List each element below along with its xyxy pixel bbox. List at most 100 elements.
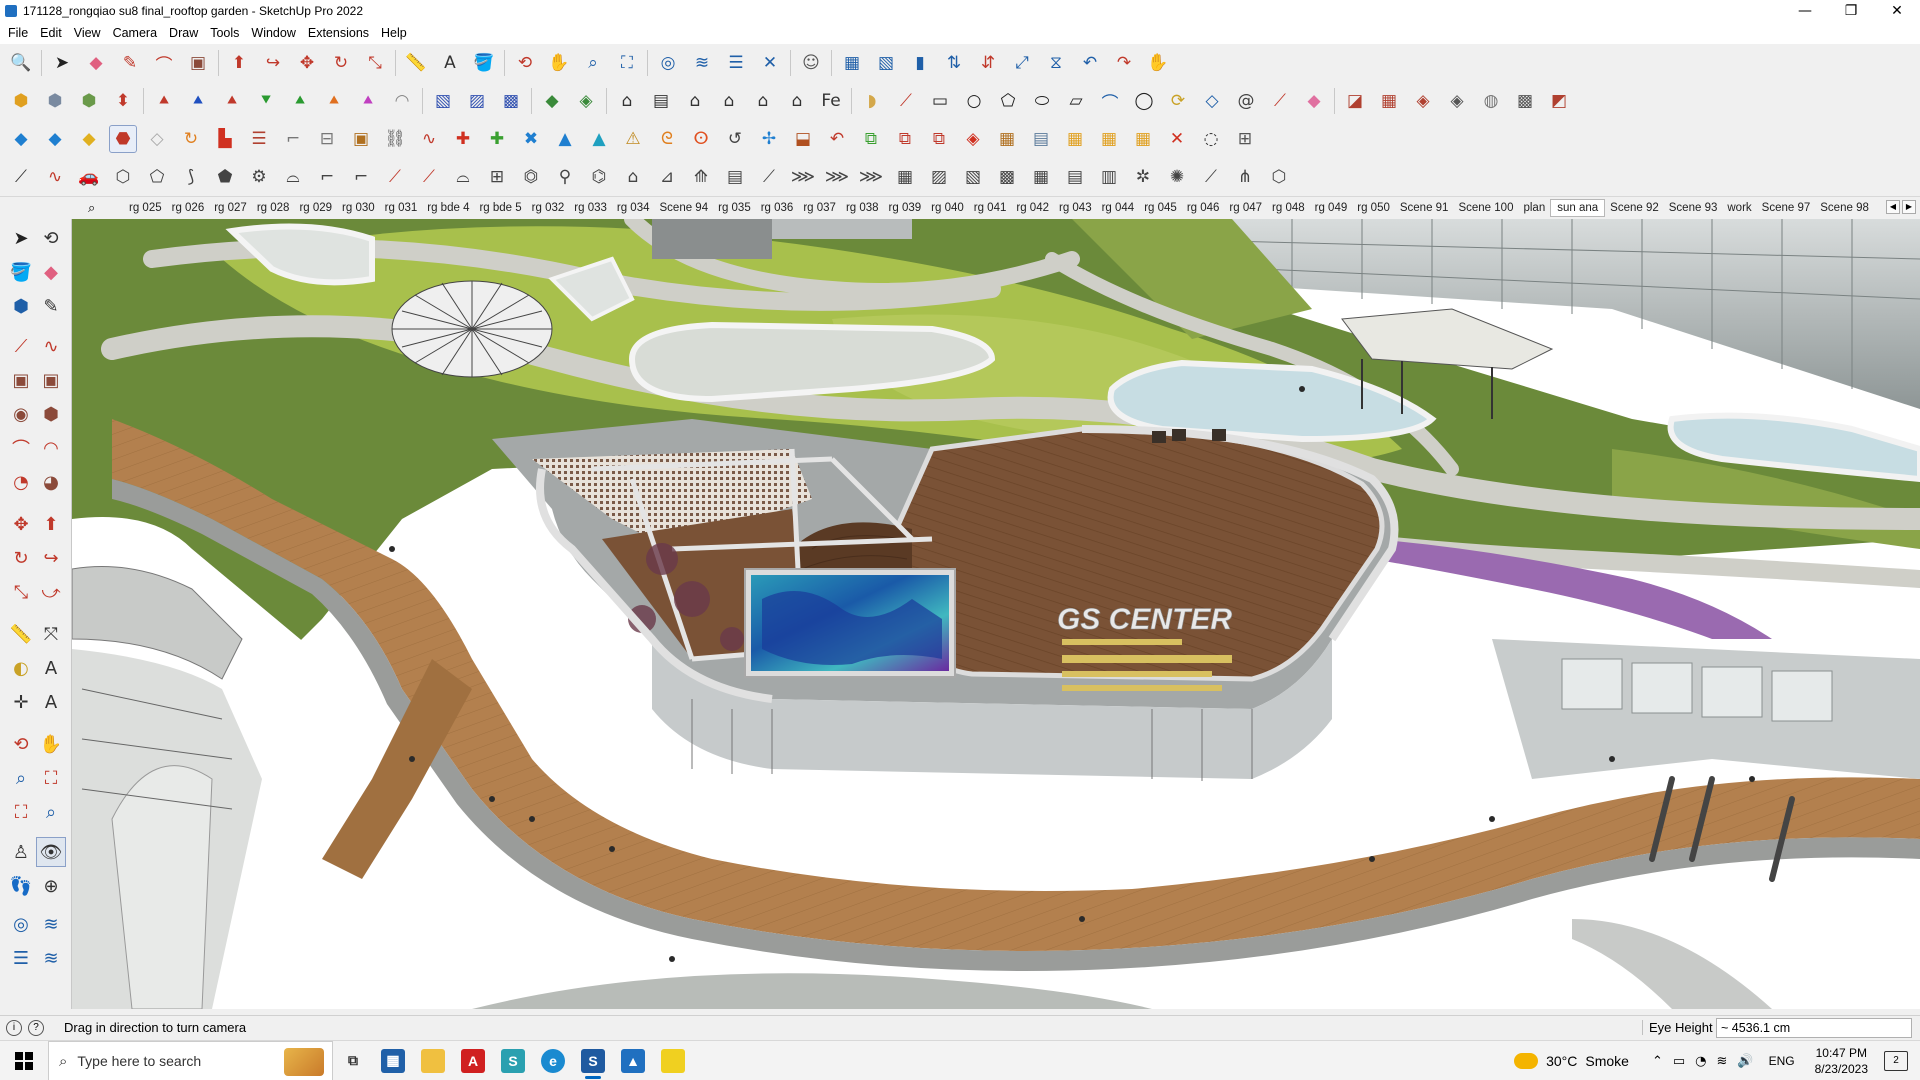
tool-4-34-icon[interactable]: ⋔ — [1231, 163, 1259, 191]
tool-4-14-icon[interactable]: ⚲ — [551, 163, 579, 191]
box-xray-icon[interactable]: ⬢ — [41, 87, 69, 115]
spiral-icon[interactable]: @ — [1232, 87, 1260, 115]
menu-edit[interactable]: Edit — [34, 26, 68, 40]
circle-icon[interactable]: ○ — [960, 87, 988, 115]
menu-draw[interactable]: Draw — [163, 26, 204, 40]
tool-4-35-icon[interactable]: ⬡ — [1265, 163, 1293, 191]
hand-icon[interactable]: ✋ — [1144, 49, 1172, 77]
model-viewport[interactable]: GS CENTER — [72, 219, 1920, 1009]
offset-icon[interactable]: ⤻ — [36, 577, 66, 607]
layout-tool-icon[interactable]: ☰ — [6, 943, 36, 973]
tool-4-21-icon[interactable]: ⋙ — [789, 163, 817, 191]
pattern-icon[interactable]: ▦ — [993, 125, 1021, 153]
redo-icon[interactable]: ↷ — [1110, 49, 1138, 77]
scene-tab[interactable]: rg 033 — [569, 202, 612, 214]
scene-tab[interactable]: Scene 92 — [1605, 202, 1664, 214]
scene-tab[interactable]: rg 030 — [337, 202, 380, 214]
task-view-button[interactable]: ⧉ — [333, 1041, 373, 1080]
tool-4-10-icon[interactable]: ⟋ — [415, 163, 443, 191]
network-icon[interactable]: ◔ — [1695, 1054, 1706, 1069]
texture-1-icon[interactable]: ◪ — [1341, 87, 1369, 115]
tool-4-29-icon[interactable]: ▤ — [1061, 163, 1089, 191]
car-icon[interactable]: 🚗 — [75, 163, 103, 191]
taskbar-search[interactable]: ⌕ Type here to search — [48, 1040, 333, 1080]
arrow-r-icon[interactable]: ⯅ — [218, 87, 246, 115]
scene-tab[interactable]: rg 041 — [969, 202, 1012, 214]
scene-tab[interactable]: rg 045 — [1139, 202, 1182, 214]
minimize-button[interactable]: — — [1782, 0, 1828, 22]
tool-4-3-icon[interactable]: ⟆ — [177, 163, 205, 191]
warning-icon[interactable]: ⚠ — [619, 125, 647, 153]
ellipse-icon[interactable]: ⬭ — [1028, 87, 1056, 115]
chain-icon[interactable]: ⛓ — [381, 125, 409, 153]
tape-icon[interactable]: 📏 — [6, 619, 36, 649]
scene-tab[interactable]: rg 037 — [798, 202, 841, 214]
sandbox-tool-icon[interactable]: ≋ — [36, 943, 66, 973]
tool-4-2-icon[interactable]: ⬠ — [143, 163, 171, 191]
scene-tab[interactable]: Scene 100 — [1453, 202, 1518, 214]
undo-icon[interactable]: ↶ — [1076, 49, 1104, 77]
arc-tool-icon[interactable]: ⌒ — [150, 49, 178, 77]
scene-search-icon[interactable]: ⌕ — [88, 201, 110, 216]
text-icon[interactable]: A — [36, 653, 66, 683]
section-plane-icon[interactable]: ▮ — [906, 49, 934, 77]
scene-tab[interactable]: rg 050 — [1352, 202, 1395, 214]
grid-select-icon[interactable]: ⊞ — [1231, 125, 1259, 153]
iso-view-icon[interactable]: ⌂ — [613, 87, 641, 115]
scene-tab[interactable]: sun ana — [1550, 199, 1606, 217]
scene-tab[interactable]: rg 042 — [1011, 202, 1054, 214]
position-camera-icon[interactable]: ♙ — [6, 837, 36, 867]
align-icon[interactable]: ⤢ — [1008, 49, 1036, 77]
walk-icon[interactable]: 👣 — [6, 871, 36, 901]
orbit-icon[interactable]: ⟲ — [6, 729, 36, 759]
tool-4-13-icon[interactable]: ⏣ — [517, 163, 545, 191]
eraser-pink-icon[interactable]: ◆ — [1300, 87, 1328, 115]
section-cut-icon[interactable]: ▧ — [429, 87, 457, 115]
tool-4-20-icon[interactable]: ⟋ — [755, 163, 783, 191]
paint-bucket-icon[interactable]: 🪣 — [470, 49, 498, 77]
menu-file[interactable]: File — [2, 26, 34, 40]
lasso-icon[interactable]: ⟳ — [1164, 87, 1192, 115]
tool-4-33-icon[interactable]: ⟋ — [1197, 163, 1225, 191]
arrow-blue-icon[interactable]: ⯅ — [184, 87, 212, 115]
texture-5-icon[interactable]: ◍ — [1477, 87, 1505, 115]
scene-tab[interactable]: rg 027 — [209, 202, 252, 214]
scene-tab[interactable]: rg 032 — [527, 202, 570, 214]
arc-icon[interactable]: ⌒ — [1096, 87, 1124, 115]
right-view-icon[interactable]: ⌂ — [715, 87, 743, 115]
texture-6-icon[interactable]: ▩ — [1511, 87, 1539, 115]
left-view-icon[interactable]: ⌂ — [783, 87, 811, 115]
tool-4-7-icon[interactable]: ⌐ — [313, 163, 341, 191]
zoom-window-tool-icon[interactable]: ⛶ — [36, 763, 66, 793]
tool-4-24-icon[interactable]: ▦ — [891, 163, 919, 191]
zoom-window-icon[interactable]: ⛶ — [613, 49, 641, 77]
wifi-icon[interactable]: ≋ — [1717, 1054, 1728, 1069]
tool-4-16-icon[interactable]: ⌂ — [619, 163, 647, 191]
group-box-icon[interactable]: ⬢ — [6, 291, 36, 321]
layout-icon[interactable]: ☰ — [722, 49, 750, 77]
square-red-icon[interactable]: ▙ — [211, 125, 239, 153]
scene-tab[interactable]: rg 029 — [294, 202, 337, 214]
frame-icon[interactable]: ▤ — [1027, 125, 1055, 153]
geo-location-icon[interactable]: i — [6, 1019, 22, 1036]
file-explorer-app[interactable] — [413, 1041, 453, 1080]
stack-icon[interactable]: ⇵ — [974, 49, 1002, 77]
x-red-icon[interactable]: ✕ — [1163, 125, 1191, 153]
tool-4-32-icon[interactable]: ✺ — [1163, 163, 1191, 191]
scene-tab[interactable]: rg 031 — [380, 202, 423, 214]
dimension-icon[interactable]: ⤧ — [36, 619, 66, 649]
measurements-input[interactable]: ~ 4536.1 cm — [1716, 1018, 1912, 1038]
pie-tool-icon[interactable]: ◔ — [6, 467, 36, 497]
freehand-icon[interactable]: ∿ — [36, 331, 66, 361]
tool-4-22-icon[interactable]: ⋙ — [823, 163, 851, 191]
tool-4-23-icon[interactable]: ⋙ — [857, 163, 885, 191]
tool-4-18-icon[interactable]: ⟰ — [687, 163, 715, 191]
tool-4-25-icon[interactable]: ▨ — [925, 163, 953, 191]
curve-icon[interactable]: ◠ — [388, 87, 416, 115]
group-icon[interactable]: ▧ — [872, 49, 900, 77]
rotate-icon[interactable]: ↻ — [6, 543, 36, 573]
paint-icon[interactable]: 🪣 — [6, 257, 36, 287]
scene-tab[interactable]: plan — [1518, 202, 1550, 214]
pencil-tool-icon[interactable]: ✎ — [116, 49, 144, 77]
hook-icon[interactable]: ᘓ — [653, 125, 681, 153]
